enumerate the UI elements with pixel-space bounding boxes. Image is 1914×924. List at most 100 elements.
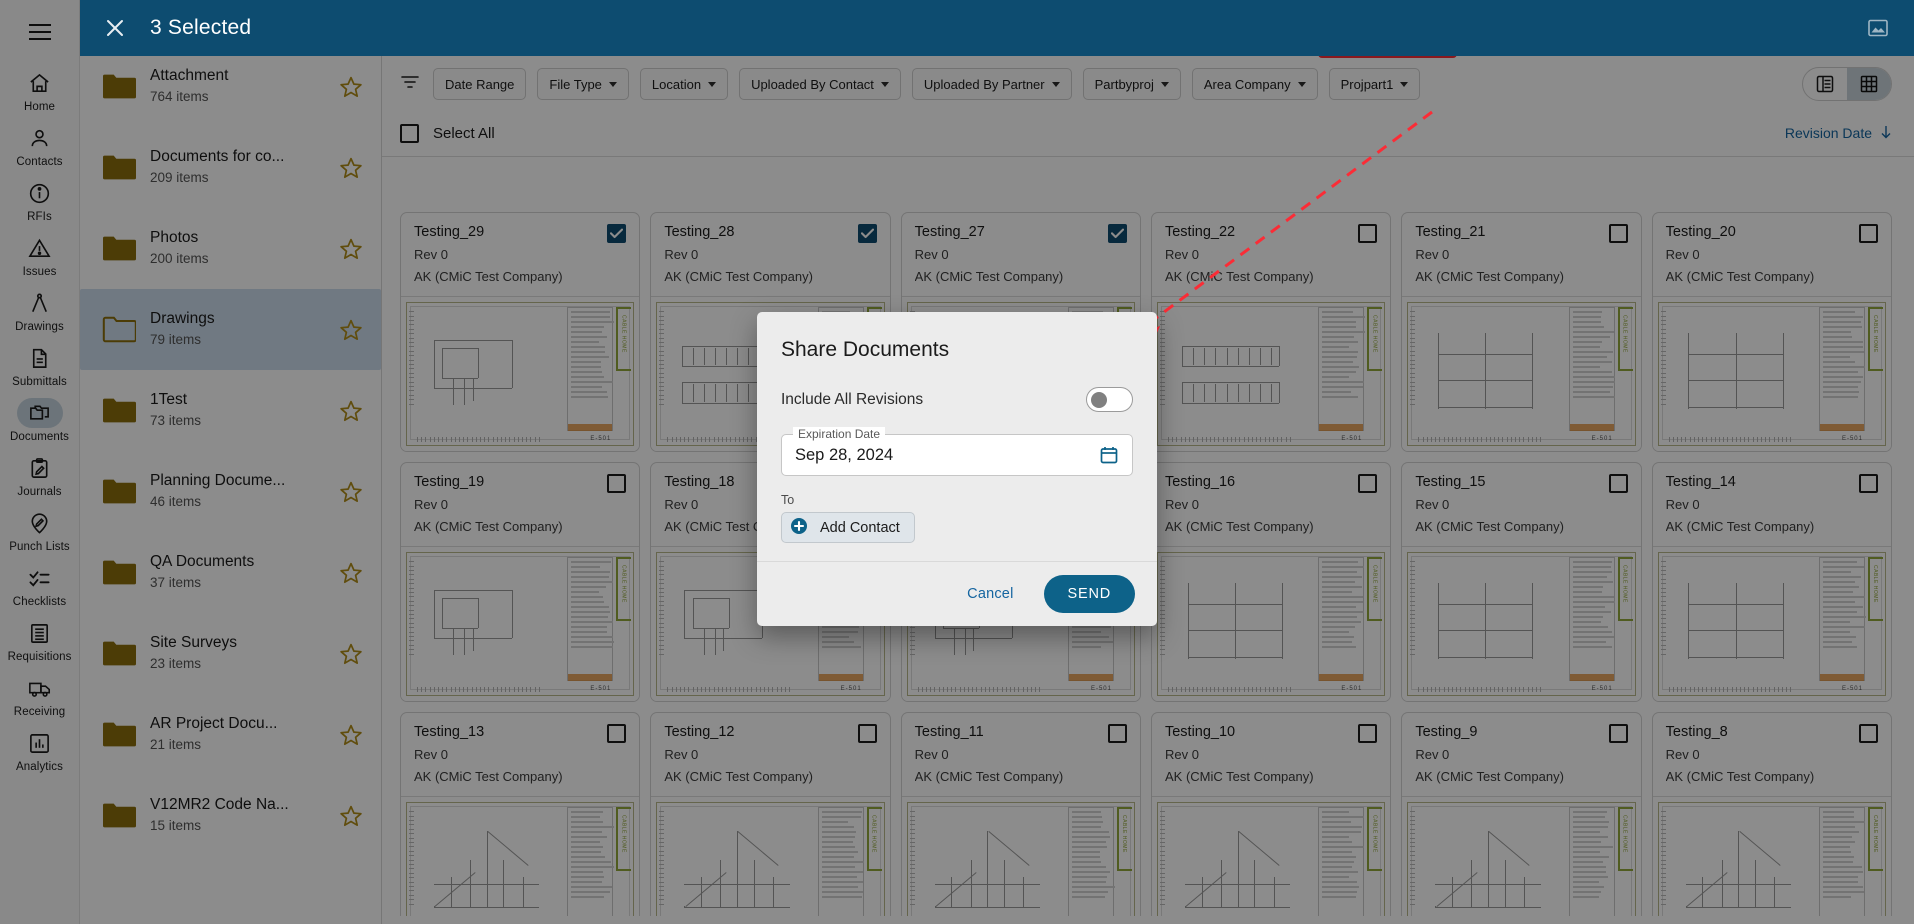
card-checkbox[interactable]: [1609, 474, 1628, 493]
card-thumbnail: CABLE HOMEE-501: [1653, 796, 1891, 916]
filter-chip-uploaded-by-partner[interactable]: Uploaded By Partner: [912, 68, 1072, 100]
document-card[interactable]: Testing_20 Rev 0 AK (CMiC Test Company) CAB…: [1652, 212, 1892, 452]
document-card[interactable]: Testing_19 Rev 0 AK (CMiC Test Company) CAB…: [400, 462, 640, 702]
card-checkbox[interactable]: [607, 724, 626, 743]
document-card[interactable]: Testing_21 Rev 0 AK (CMiC Test Company) CAB…: [1401, 212, 1641, 452]
sidebar-item-requisitions[interactable]: Requisitions: [0, 612, 80, 667]
card-checkbox[interactable]: [1358, 724, 1377, 743]
sidebar-item-punch-lists[interactable]: Punch Lists: [0, 502, 80, 557]
card-checkbox[interactable]: [1108, 224, 1127, 243]
chevron-down-icon: [881, 82, 889, 87]
truck-icon: [17, 673, 63, 703]
sidebar-item-receiving[interactable]: Receiving: [0, 667, 80, 722]
revision-date-sort-control[interactable]: Revision Date: [1785, 125, 1892, 142]
sidebar-item-rfis[interactable]: RFIs: [0, 172, 80, 227]
card-checkbox[interactable]: [858, 224, 877, 243]
sidebar-item-issues[interactable]: Issues: [0, 227, 80, 282]
filter-chip-date-range[interactable]: Date Range: [433, 68, 526, 100]
card-checkbox[interactable]: [1358, 474, 1377, 493]
favorite-star-icon[interactable]: [339, 723, 363, 747]
document-card[interactable]: Testing_10 Rev 0 AK (CMiC Test Company) CAB…: [1151, 712, 1391, 916]
folder-item[interactable]: Attachment 764 items: [80, 46, 381, 127]
filter-chip-location[interactable]: Location: [640, 68, 728, 100]
document-card[interactable]: Testing_14 Rev 0 AK (CMiC Test Company) CAB…: [1652, 462, 1892, 702]
include-all-revisions-label: Include All Revisions: [781, 391, 923, 409]
favorite-star-icon[interactable]: [339, 156, 363, 180]
include-all-revisions-toggle[interactable]: [1086, 387, 1133, 412]
document-card[interactable]: Testing_15 Rev 0 AK (CMiC Test Company) CAB…: [1401, 462, 1641, 702]
favorite-star-icon[interactable]: [339, 75, 363, 99]
document-card[interactable]: Testing_12 Rev 0 AK (CMiC Test Company) CAB…: [650, 712, 890, 916]
folder-item[interactable]: Drawings 79 items: [80, 289, 381, 370]
favorite-star-icon[interactable]: [339, 804, 363, 828]
folder-item[interactable]: Planning Docume... 46 items: [80, 451, 381, 532]
folder-item[interactable]: 1Test 73 items: [80, 370, 381, 451]
filter-chip-projpart1[interactable]: Projpart1: [1329, 68, 1421, 100]
add-contact-button[interactable]: Add Contact: [781, 512, 915, 543]
filter-chip-file-type[interactable]: File Type: [537, 68, 629, 100]
list-view-icon[interactable]: [1803, 68, 1847, 100]
document-card[interactable]: Testing_22 Rev 0 AK (CMiC Test Company) CAB…: [1151, 212, 1391, 452]
sidebar-item-journals[interactable]: Journals: [0, 447, 80, 502]
filter-chip-partbyproj[interactable]: Partbyproj: [1083, 68, 1181, 100]
folder-item[interactable]: AR Project Docu... 21 items: [80, 694, 381, 775]
card-title-row: Testing_28: [664, 224, 876, 243]
expiration-date-label: Expiration Date: [793, 427, 885, 441]
chevron-down-icon: [1298, 82, 1306, 87]
close-icon[interactable]: [102, 15, 128, 41]
sidebar-item-contacts[interactable]: Contacts: [0, 117, 80, 172]
send-button[interactable]: SEND: [1044, 575, 1136, 613]
receipt-icon: [17, 618, 63, 648]
filter-chip-uploaded-by-contact[interactable]: Uploaded By Contact: [739, 68, 901, 100]
card-company: AK (CMiC Test Company): [414, 267, 626, 287]
sidebar-item-documents[interactable]: Documents: [0, 392, 80, 447]
card-checkbox[interactable]: [1609, 724, 1628, 743]
document-card[interactable]: Testing_16 Rev 0 AK (CMiC Test Company) CAB…: [1151, 462, 1391, 702]
filter-chip-list: Date Range File Type Location Uploaded By C…: [433, 68, 1420, 100]
folder-item-count: 209 items: [150, 168, 325, 188]
folder-item[interactable]: Site Surveys 23 items: [80, 613, 381, 694]
card-checkbox[interactable]: [1859, 474, 1878, 493]
favorite-star-icon[interactable]: [339, 237, 363, 261]
calendar-icon[interactable]: [1099, 445, 1119, 465]
card-checkbox[interactable]: [1859, 724, 1878, 743]
card-checkbox[interactable]: [1108, 724, 1127, 743]
cancel-button[interactable]: Cancel: [955, 578, 1025, 610]
folder-item[interactable]: Documents for co... 209 items: [80, 127, 381, 208]
card-checkbox[interactable]: [607, 224, 626, 243]
card-checkbox[interactable]: [607, 474, 626, 493]
document-card[interactable]: Testing_8 Rev 0 AK (CMiC Test Company) CABL…: [1652, 712, 1892, 916]
favorite-star-icon[interactable]: [339, 399, 363, 423]
filter-chip-area-company[interactable]: Area Company: [1192, 68, 1318, 100]
document-card[interactable]: Testing_11 Rev 0 AK (CMiC Test Company) CAB…: [901, 712, 1141, 916]
favorite-star-icon[interactable]: [339, 480, 363, 504]
sidebar-item-label: Documents: [10, 431, 69, 443]
folder-item[interactable]: V12MR2 Code Na... 15 items: [80, 775, 381, 856]
folder-item[interactable]: Photos 200 items: [80, 208, 381, 289]
folder-item[interactable]: QA Documents 37 items: [80, 532, 381, 613]
sidebar-item-submittals[interactable]: Submittals: [0, 337, 80, 392]
select-all-checkbox[interactable]: [400, 124, 419, 143]
arrow-down-icon: [1880, 125, 1892, 142]
card-checkbox[interactable]: [858, 724, 877, 743]
sidebar-item-drawings[interactable]: Drawings: [0, 282, 80, 337]
favorite-star-icon[interactable]: [339, 318, 363, 342]
favorite-star-icon[interactable]: [339, 642, 363, 666]
card-checkbox[interactable]: [1859, 224, 1878, 243]
expiration-date-field[interactable]: Expiration Date Sep 28, 2024: [781, 434, 1133, 476]
grid-view-icon[interactable]: [1847, 68, 1891, 100]
sidebar-item-analytics[interactable]: Analytics: [0, 722, 80, 777]
document-card[interactable]: Testing_13 Rev 0 AK (CMiC Test Company) CAB…: [400, 712, 640, 916]
card-header: Testing_12 Rev 0 AK (CMiC Test Company): [651, 713, 889, 796]
card-checkbox[interactable]: [1358, 224, 1377, 243]
document-card[interactable]: Testing_9 Rev 0 AK (CMiC Test Company) CABL…: [1401, 712, 1641, 916]
document-card[interactable]: Testing_29 Rev 0 AK (CMiC Test Company) CAB…: [400, 212, 640, 452]
card-checkbox[interactable]: [1609, 224, 1628, 243]
favorite-star-icon[interactable]: [339, 561, 363, 585]
view-mode-toggle[interactable]: [1802, 67, 1892, 101]
sidebar-item-home[interactable]: Home: [0, 62, 80, 117]
sidebar-item-checklists[interactable]: Checklists: [0, 557, 80, 612]
filter-icon[interactable]: [400, 73, 420, 96]
image-placeholder-icon[interactable]: [1864, 14, 1892, 42]
hamburger-menu-icon[interactable]: [18, 10, 62, 54]
